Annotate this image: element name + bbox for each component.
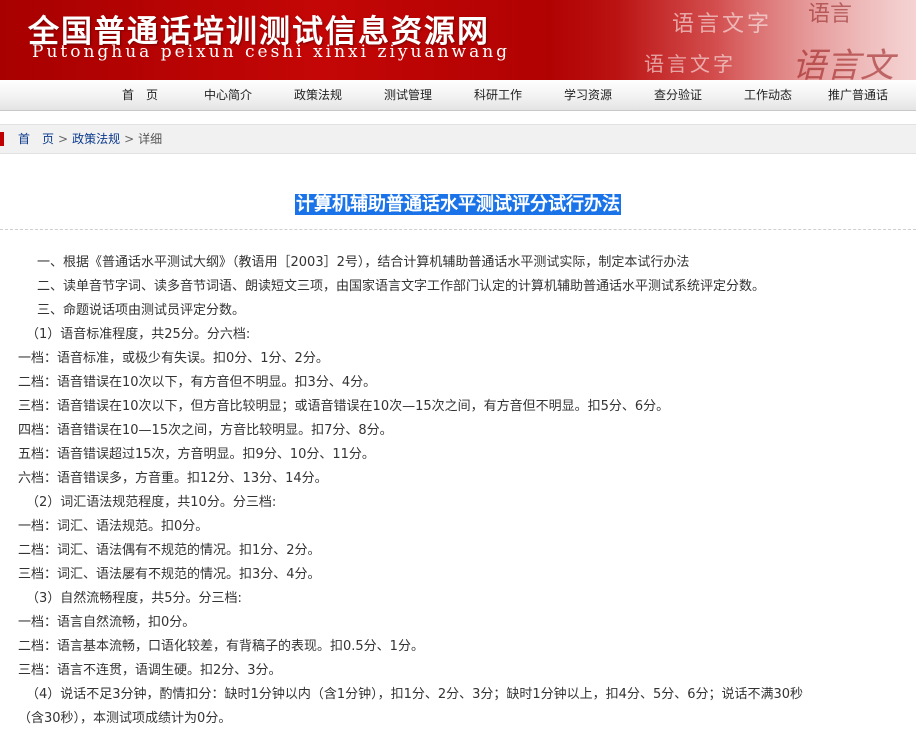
article-paragraph: 三档：语言不连贯，语调生硬。扣2分、3分。 [18,663,282,678]
site-banner: 全国普通话培训测试信息资源网 Putonghua peixun ceshi xi… [0,0,916,80]
breadcrumb-separator: > [124,132,135,146]
article-paragraph: 三档：语音错误在10次以下，但方音比较明显；或语音错误在10次—15次之间，有方… [18,399,670,414]
nav-item-home[interactable]: 首 页 [122,80,158,110]
article-title-text[interactable]: 计算机辅助普通话水平测试评分试行办法 [295,194,621,215]
article-paragraph: 二、读单音节字词、读多音节词语、朗读短文三项，由国家语言文字工作部门认定的计算机… [37,279,766,294]
article-section-heading: （4）说话不足3分钟，酌情扣分：缺时1分钟以内（含1分钟），扣1分、2分、3分；… [26,687,804,702]
article-section-heading: （1）语音标准程度，共25分。分六档: [26,327,251,342]
article-paragraph: 三、命题说话项由测试员评定分数。 [37,303,246,318]
article-section-heading: （2）词汇语法规范程度，共10分。分三档: [26,495,277,510]
article-paragraph: 一档：词汇、语法规范。扣0分。 [18,519,209,534]
article-paragraph: 一档：语言自然流畅，扣0分。 [18,615,196,630]
article-title: 计算机辅助普通话水平测试评分试行办法 [0,192,916,218]
banner-watermark-text: 语言文字 [644,52,736,76]
nav-item-policy[interactable]: 政策法规 [294,80,342,110]
breadcrumb-current: 详细 [138,132,163,146]
article-paragraph: 一、根据《普通话水平测试大纲》（教语用［2003］2号），结合计算机辅助普通话水… [37,255,690,270]
nav-item-work-news[interactable]: 工作动态 [744,80,792,110]
breadcrumb-section-link[interactable]: 政策法规 [72,132,120,146]
article-paragraph: 五档：语音错误超过15次，方音明显。扣9分、10分、11分。 [18,447,375,462]
nav-item-score-check[interactable]: 查分验证 [654,80,702,110]
article-paragraph: 二档：语音错误在10次以下，有方音但不明显。扣3分、4分。 [18,375,377,390]
banner-watermark-text: 语言文字 [672,12,773,37]
breadcrumb-marker [0,132,4,146]
nav-item-learning-resources[interactable]: 学习资源 [564,80,612,110]
article-paragraph: 三档：词汇、语法屡有不规范的情况。扣3分、4分。 [18,567,321,582]
site-subtitle: Putonghua peixun ceshi xinxi ziyuanwang [32,42,511,62]
main-nav: 首 页 中心简介 政策法规 测试管理 科研工作 学习资源 查分验证 工作动态 推… [0,80,916,111]
nav-item-promote-putonghua[interactable]: 推广普通话 [828,80,888,110]
article-paragraph: 四档：语音错误在10—15次之间，方音比较明显。扣7分、8分。 [18,423,393,438]
article-paragraph: 二档：词汇、语法偶有不规范的情况。扣1分、2分。 [18,543,321,558]
article-paragraph: 六档：语音错误多，方音重。扣12分、13分、14分。 [18,471,328,486]
nav-item-test-management[interactable]: 测试管理 [384,80,432,110]
banner-calligraphy-text: 语言文 [792,46,894,80]
article-section-heading: （3）自然流畅程度，共5分。分三档: [26,591,242,606]
article-body: 一、根据《普通话水平测试大纲》（教语用［2003］2号），结合计算机辅助普通话水… [0,253,916,733]
breadcrumb-home-link[interactable]: 首 页 [18,132,54,146]
banner-watermark-text: 语言 [808,2,853,27]
article-paragraph: 一档：语音标准，或极少有失误。扣0分、1分、2分。 [18,351,329,366]
article-paragraph: （含30秒），本测试项成绩计为0分。 [18,711,232,726]
title-divider [0,229,916,230]
nav-item-about[interactable]: 中心简介 [204,80,252,110]
article-paragraph: 二档：语言基本流畅，口语化较差，有背稿子的表现。扣0.5分、1分。 [18,639,424,654]
breadcrumb: 首 页 > 政策法规 > 详细 [0,124,916,154]
breadcrumb-separator: > [58,132,69,146]
nav-item-research[interactable]: 科研工作 [474,80,522,110]
